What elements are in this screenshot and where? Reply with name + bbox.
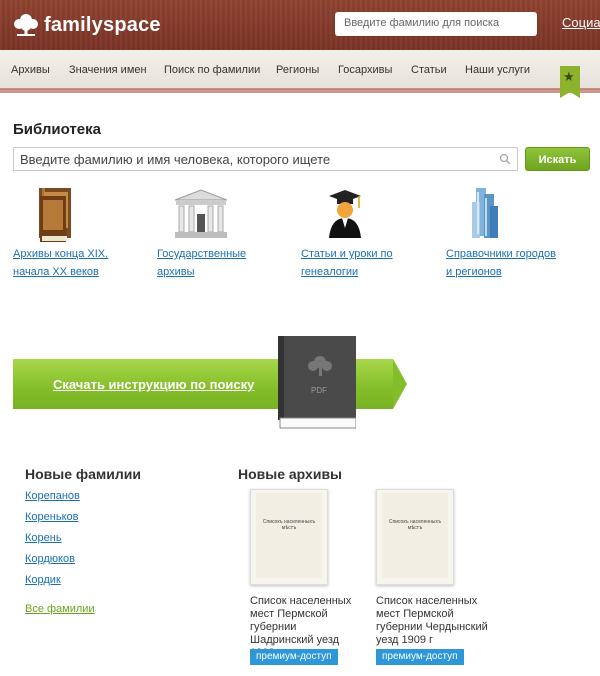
library-search-input[interactable]: Введите фамилию и имя человека, которого… xyxy=(13,147,518,171)
archive-name[interactable]: Список населенных мест Пермской губернии… xyxy=(376,595,488,647)
category-archives-link[interactable]: Архивы конца XIX, начала XX веков xyxy=(13,248,108,278)
category-state-archives-link[interactable]: Государственные архивы xyxy=(157,248,246,278)
skyscraper-icon xyxy=(446,186,506,244)
banner-arrow-tip xyxy=(393,359,407,409)
archive-thumbnail[interactable]: Списокъ населенныхъ мѣстъ xyxy=(376,489,454,585)
archive-thumb-text: Списокъ населенныхъ мѣстъ xyxy=(262,519,316,531)
archive-page xyxy=(382,493,448,578)
category-articles[interactable]: Статьи и уроки по генеалогии xyxy=(301,186,431,280)
pdf-book-icon[interactable]: PDF xyxy=(278,336,357,432)
all-surnames-link[interactable]: Все фамилии xyxy=(25,603,95,615)
download-instructions-link[interactable]: Скачать инструкцию по поиску xyxy=(53,377,254,392)
archive-thumbnail[interactable]: Списокъ населенныхъ мѣстъ xyxy=(250,489,328,585)
pdf-label: PDF xyxy=(311,386,327,395)
surname-link[interactable]: Кордик xyxy=(25,574,61,586)
new-surnames-title: Новые фамилии xyxy=(25,466,142,482)
logo-text: familyspace xyxy=(44,13,161,36)
social-link[interactable]: Социа xyxy=(562,15,600,30)
premium-badge: премиум-доступ xyxy=(250,649,338,665)
library-search-button[interactable]: Искать xyxy=(525,147,590,171)
category-directories-link[interactable]: Справочники городов и регионов xyxy=(446,248,556,278)
library-search-placeholder: Введите фамилию и имя человека, которого… xyxy=(20,152,331,167)
favorites-star-button[interactable]: ★ xyxy=(560,66,580,98)
tree-logo-icon xyxy=(14,14,38,36)
category-archives[interactable]: Архивы конца XIX, начала XX веков xyxy=(13,186,143,280)
archive-page xyxy=(256,493,322,578)
category-state-archives[interactable]: Государственные архивы xyxy=(157,186,287,280)
category-articles-link[interactable]: Статьи и уроки по генеалогии xyxy=(301,248,393,278)
star-icon: ★ xyxy=(563,69,575,84)
graduate-icon xyxy=(301,186,361,244)
site-header: familyspace Введите фамилию для поиска С… xyxy=(0,0,600,50)
surname-link[interactable]: Корень xyxy=(25,532,62,544)
nav-item-name-meanings[interactable]: Значения имен xyxy=(69,64,147,76)
header-search-input[interactable]: Введите фамилию для поиска xyxy=(335,12,537,36)
logo[interactable]: familyspace xyxy=(12,10,161,40)
surname-link[interactable]: Кореньков xyxy=(25,511,78,523)
archive-thumb-text: Списокъ населенныхъ мѣстъ xyxy=(388,519,442,531)
search-icon xyxy=(499,153,511,165)
nav-divider xyxy=(0,88,600,93)
nav-item-state-archives[interactable]: Госархивы xyxy=(338,64,392,76)
main-nav: Архивы Значения имен Поиск по фамилии Ре… xyxy=(0,50,600,90)
premium-badge: премиум-доступ xyxy=(376,649,464,665)
building-icon xyxy=(157,186,228,244)
new-archives-title: Новые архивы xyxy=(238,466,343,482)
nav-item-regions[interactable]: Регионы xyxy=(276,64,319,76)
surname-link[interactable]: Корепанов xyxy=(25,490,80,502)
surname-link[interactable]: Кордюков xyxy=(25,553,75,565)
nav-item-archives[interactable]: Архивы xyxy=(11,64,50,76)
library-title: Библиотека xyxy=(13,121,101,138)
books-icon xyxy=(13,186,73,244)
nav-item-surname-search[interactable]: Поиск по фамилии xyxy=(164,64,260,76)
category-directories[interactable]: Справочники городов и регионов xyxy=(446,186,576,280)
nav-item-articles[interactable]: Статьи xyxy=(411,64,447,76)
nav-item-services[interactable]: Наши услуги xyxy=(465,64,530,76)
